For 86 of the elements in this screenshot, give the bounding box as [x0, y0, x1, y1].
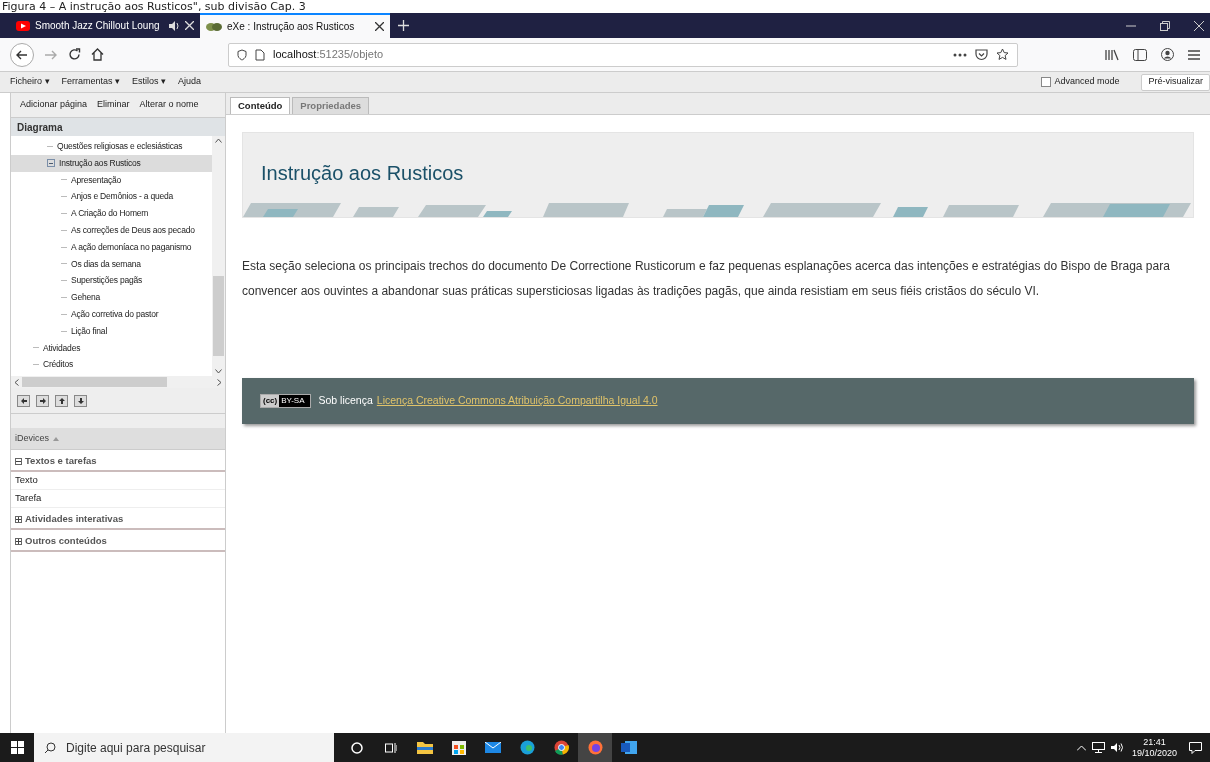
- volume-icon[interactable]: [1110, 742, 1124, 753]
- browser-tab[interactable]: eXe : Instrução aos Rusticos: [200, 13, 390, 38]
- star-icon[interactable]: [996, 48, 1009, 61]
- account-icon[interactable]: [1161, 48, 1174, 61]
- checkbox[interactable]: [1041, 77, 1052, 87]
- menu-icon[interactable]: [1188, 49, 1200, 60]
- scroll-right-icon[interactable]: [217, 378, 222, 386]
- expand-icon[interactable]: [15, 515, 22, 523]
- tree-item[interactable]: Questões religiosas e eclesiásticas: [11, 138, 212, 155]
- arrow-down-icon: [76, 396, 85, 405]
- toolbar-button[interactable]: Alterar o nome: [139, 98, 199, 112]
- license-badge: (cc) BY-SA: [260, 394, 311, 408]
- clock-time: 21:41: [1143, 736, 1166, 748]
- new-tab-icon[interactable]: [398, 20, 409, 31]
- tree-item[interactable]: A ação demoníaca no paganismo: [11, 238, 212, 256]
- back-icon[interactable]: [10, 42, 34, 67]
- shield-icon: [237, 48, 247, 61]
- arrow-left-icon: [19, 396, 28, 405]
- idevice-item[interactable]: Texto: [11, 472, 225, 490]
- page-icon: [255, 48, 265, 61]
- tree-item[interactable]: Os dias da semana: [11, 255, 212, 273]
- content-tab[interactable]: Conteúdo: [230, 97, 291, 114]
- browser-taskbar-icon[interactable]: [578, 733, 612, 762]
- expand-icon[interactable]: [15, 537, 22, 545]
- tree-item[interactable]: As correções de Deus aos pecado: [11, 222, 212, 239]
- move-right-button[interactable]: [36, 394, 49, 407]
- category-header[interactable]: Atividades interativas: [11, 510, 225, 530]
- speaker-icon[interactable]: [169, 20, 180, 31]
- license-prefix: Sob licença: [318, 393, 373, 409]
- body-paragraph: Esta seção seleciona os principais trechos do documento De Correctione Rusticorum e faz pequenas esplanações acerca das intenções e estratégias do Bispo de Braga para convencer aos ouvintes a abandonar suas práticas supersticiosas ligadas às tradições pagãs, que ainda resistiam em seus fiéis cristãos do século VI.: [242, 258, 1171, 300]
- tree-item[interactable]: Ação corretiva do pastor: [11, 305, 212, 323]
- category-header[interactable]: Textos e tarefas: [11, 452, 225, 472]
- leaf-icon: [206, 20, 222, 33]
- menu-item[interactable]: Estilos ▾: [132, 75, 167, 89]
- idevice-item[interactable]: Tarefa: [11, 490, 225, 508]
- close-icon[interactable]: [375, 22, 384, 31]
- tree-item[interactable]: Superstições pagãs: [11, 272, 212, 290]
- horizontal-scrollbar[interactable]: [11, 376, 225, 388]
- tree-item[interactable]: A Criação do Homem: [11, 205, 212, 222]
- toolbar-button[interactable]: Adicionar página: [20, 98, 88, 112]
- scroll-left-icon[interactable]: [14, 378, 19, 386]
- menu-item[interactable]: Ferramentas ▾: [61, 75, 121, 89]
- address-bar[interactable]: localhost:51235/objeto: [228, 42, 1018, 67]
- notification-icon[interactable]: [1189, 741, 1202, 754]
- license-link[interactable]: Licença Creative Commons Atribuição Compartilha Igual 4.0: [376, 393, 658, 409]
- tree-item[interactable]: Atividades: [11, 339, 212, 357]
- tree-item[interactable]: Créditos: [11, 356, 212, 374]
- collapse-icon[interactable]: [15, 457, 22, 465]
- network-icon[interactable]: [1091, 742, 1105, 753]
- browser-tab[interactable]: Smooth Jazz Chillout Loung: [10, 13, 200, 38]
- scroll-up-icon[interactable]: [215, 138, 222, 143]
- scroll-down-icon[interactable]: [215, 369, 222, 374]
- clock-date: 19/10/2020: [1131, 747, 1177, 759]
- move-left-button[interactable]: [17, 394, 30, 407]
- tree-item[interactable]: Lição final: [11, 322, 212, 340]
- toolbar-button[interactable]: Eliminar: [97, 98, 130, 112]
- panel-header: Diagrama: [11, 118, 225, 136]
- arrow-up-icon: [57, 396, 66, 405]
- arrow-right-icon: [38, 396, 47, 405]
- preview-button[interactable]: Pré-visualizar: [1141, 73, 1210, 91]
- video-icon: [16, 20, 30, 31]
- pocket-icon[interactable]: [975, 48, 988, 61]
- category-header[interactable]: Outros conteúdos: [11, 532, 225, 552]
- page-title: Instrução aos Rusticos: [261, 161, 464, 186]
- home-icon[interactable]: [91, 48, 104, 61]
- panel-header: iDevices: [15, 431, 49, 445]
- sidebar-icon[interactable]: [1133, 48, 1147, 61]
- figure-caption: Figura 4 – A instrução aos Rusticos", sub divisão Cap. 3: [2, 1, 306, 13]
- tree-item[interactable]: Apresentação: [11, 171, 212, 189]
- search-field[interactable]: Digite aqui para pesquisar: [34, 733, 334, 762]
- restore-icon[interactable]: [1160, 20, 1170, 31]
- more-icon[interactable]: [953, 52, 967, 57]
- library-icon[interactable]: [1105, 48, 1119, 61]
- checkbox-label: Advanced mode: [1054, 75, 1120, 89]
- menu-item[interactable]: Ajuda: [178, 75, 202, 89]
- collapse-icon[interactable]: [47, 159, 55, 168]
- tree-item[interactable]: Gehena: [11, 289, 212, 306]
- menu-item[interactable]: Ficheiro ▾: [10, 75, 50, 89]
- tree-item[interactable]: Instrução aos Rusticos: [11, 154, 212, 172]
- reload-icon[interactable]: [68, 48, 81, 61]
- move-down-button[interactable]: [74, 394, 87, 407]
- search-icon: [44, 741, 56, 754]
- vertical-scrollbar[interactable]: [212, 136, 225, 376]
- caret-up-icon[interactable]: [1076, 744, 1086, 751]
- move-up-button[interactable]: [55, 394, 68, 407]
- tree-item[interactable]: Anjos e Demônios - a queda: [11, 188, 212, 206]
